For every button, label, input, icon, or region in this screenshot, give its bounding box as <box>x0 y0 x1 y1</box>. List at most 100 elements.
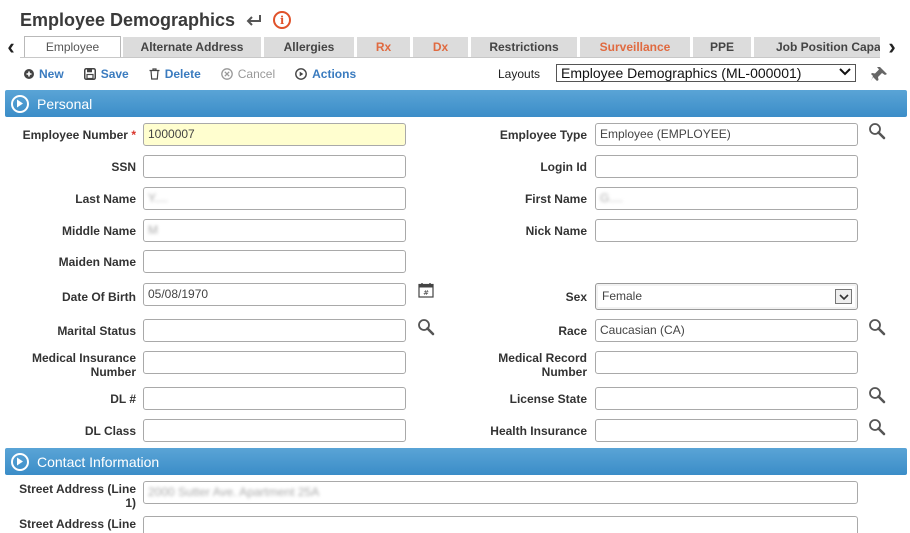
employee-type-label: Employee Type <box>499 128 587 142</box>
tab-ppe[interactable]: PPE <box>693 37 751 57</box>
tab-allergies[interactable]: Allergies <box>264 37 354 57</box>
svg-text:#: # <box>423 289 429 297</box>
health-insurance-field[interactable] <box>595 419 858 442</box>
save-label: Save <box>100 67 129 81</box>
sex-select-value: Female <box>602 289 643 303</box>
dl-class-label: DL Class <box>84 424 136 438</box>
medical-insurance-label: Medical Insurance Number <box>31 351 136 379</box>
pin-icon[interactable] <box>870 66 888 85</box>
marital-status-search-icon[interactable] <box>417 318 435 336</box>
tab-surveillance[interactable]: Surveillance <box>580 37 690 57</box>
info-icon[interactable]: i <box>273 11 292 29</box>
marital-status-label: Marital Status <box>57 324 136 338</box>
layouts-label: Layouts <box>498 67 541 81</box>
employee-type-field[interactable]: Employee (EMPLOYEE) <box>595 123 858 146</box>
page-title: Employee Demographics <box>20 9 236 30</box>
street-address-2-field[interactable] <box>143 516 858 533</box>
new-button[interactable]: New <box>24 67 64 81</box>
license-state-label: License State <box>509 392 587 406</box>
employee-type-search-icon[interactable] <box>868 122 886 140</box>
actions-button[interactable]: Actions <box>295 67 356 81</box>
chevron-down-icon <box>839 65 851 81</box>
nick-name-field[interactable] <box>595 219 858 242</box>
first-name-value: G.... <box>600 191 623 205</box>
section-personal[interactable]: Personal <box>5 90 907 117</box>
tab-scroll-left-icon[interactable]: ‹ <box>2 34 20 59</box>
first-name-field[interactable]: G.... <box>595 187 858 210</box>
dob-field[interactable]: 05/08/1970 <box>143 283 406 306</box>
new-label: New <box>39 67 64 81</box>
middle-name-field[interactable]: M <box>143 219 406 242</box>
calendar-icon[interactable]: # <box>418 282 434 298</box>
ssn-field[interactable] <box>143 155 406 178</box>
tab-alternate-address[interactable]: Alternate Address <box>123 37 261 57</box>
nick-name-label: Nick Name <box>525 224 587 238</box>
sex-select[interactable]: Female <box>595 283 858 310</box>
sex-label: Sex <box>565 290 587 304</box>
login-id-field[interactable] <box>595 155 858 178</box>
tab-job-position[interactable]: Job Position Capat <box>754 37 880 57</box>
tab-strip: ‹ Employee Alternate Address Allergies R… <box>0 34 910 59</box>
dl-number-label: DL # <box>110 392 136 406</box>
employee-number-field[interactable]: 1000007 <box>143 123 406 146</box>
plus-circle-icon <box>24 69 34 79</box>
last-name-label: Last Name <box>75 192 136 206</box>
maiden-name-label: Maiden Name <box>58 255 136 269</box>
first-name-label: First Name <box>524 192 587 206</box>
race-field[interactable]: Caucasian (CA) <box>595 319 858 342</box>
tabs-divider <box>20 57 880 58</box>
ssn-label: SSN <box>111 160 136 174</box>
section-personal-title: Personal <box>37 95 93 112</box>
required-marker: * <box>131 128 136 142</box>
street-address-1-label: Street Address (Line 1) <box>19 482 136 510</box>
dl-class-field[interactable] <box>143 419 406 442</box>
last-name-field[interactable]: Y.... <box>143 187 406 210</box>
tab-restrictions[interactable]: Restrictions <box>471 37 577 57</box>
last-name-value: Y.... <box>148 191 168 205</box>
cancel-label: Cancel <box>237 67 276 81</box>
expand-circle-icon <box>11 94 29 113</box>
return-icon[interactable] <box>245 13 263 27</box>
medical-insurance-field[interactable] <box>143 351 406 374</box>
dl-number-field[interactable] <box>143 387 406 410</box>
health-insurance-search-icon[interactable] <box>868 418 886 436</box>
tab-rx[interactable]: Rx <box>357 37 410 57</box>
marital-status-field[interactable] <box>143 319 406 342</box>
tab-employee[interactable]: Employee <box>24 36 121 58</box>
medical-record-label: Medical Record Number <box>498 351 587 379</box>
tab-dx[interactable]: Dx <box>413 37 468 57</box>
play-circle-icon <box>295 68 308 80</box>
cancel-button[interactable]: Cancel <box>220 67 276 81</box>
login-id-label: Login Id <box>540 160 587 174</box>
employee-number-label: Employee Number * <box>22 128 136 142</box>
actions-label: Actions <box>312 67 357 81</box>
middle-name-label: Middle Name <box>61 224 136 238</box>
license-state-search-icon[interactable] <box>868 386 886 404</box>
layouts-select[interactable]: Employee Demographics (ML-000001) <box>556 64 856 82</box>
street-address-2-label: Street Address (Line <box>19 517 136 531</box>
layouts-select-value: Employee Demographics (ML-000001) <box>561 65 802 81</box>
dob-label: Date Of Birth <box>61 290 136 304</box>
section-contact-title: Contact Information <box>37 453 160 470</box>
tab-scroll-right-icon[interactable]: › <box>883 34 901 59</box>
race-search-icon[interactable] <box>868 318 886 336</box>
race-label: Race <box>558 324 587 338</box>
delete-button[interactable]: Delete <box>149 67 201 81</box>
toolbar: New Save Delete Cancel Actions <box>24 66 376 82</box>
street-address-1-field[interactable]: 2000 Sutter Ave. Apartment 25A <box>143 481 858 504</box>
trash-icon <box>149 68 160 80</box>
title-row: Employee Demographics i <box>20 8 292 32</box>
street-address-1-value: 2000 Sutter Ave. Apartment 25A <box>148 485 320 499</box>
cancel-circle-icon <box>220 68 233 80</box>
middle-name-value: M <box>148 223 158 237</box>
expand-circle-icon <box>11 452 29 471</box>
save-button[interactable]: Save <box>83 67 129 81</box>
chevron-down-icon <box>835 289 852 304</box>
maiden-name-field[interactable] <box>143 250 406 273</box>
license-state-field[interactable] <box>595 387 858 410</box>
medical-record-field[interactable] <box>595 351 858 374</box>
section-contact[interactable]: Contact Information <box>5 448 907 475</box>
health-insurance-label: Health Insurance <box>490 424 587 438</box>
delete-label: Delete <box>164 67 201 81</box>
save-icon <box>83 68 96 80</box>
